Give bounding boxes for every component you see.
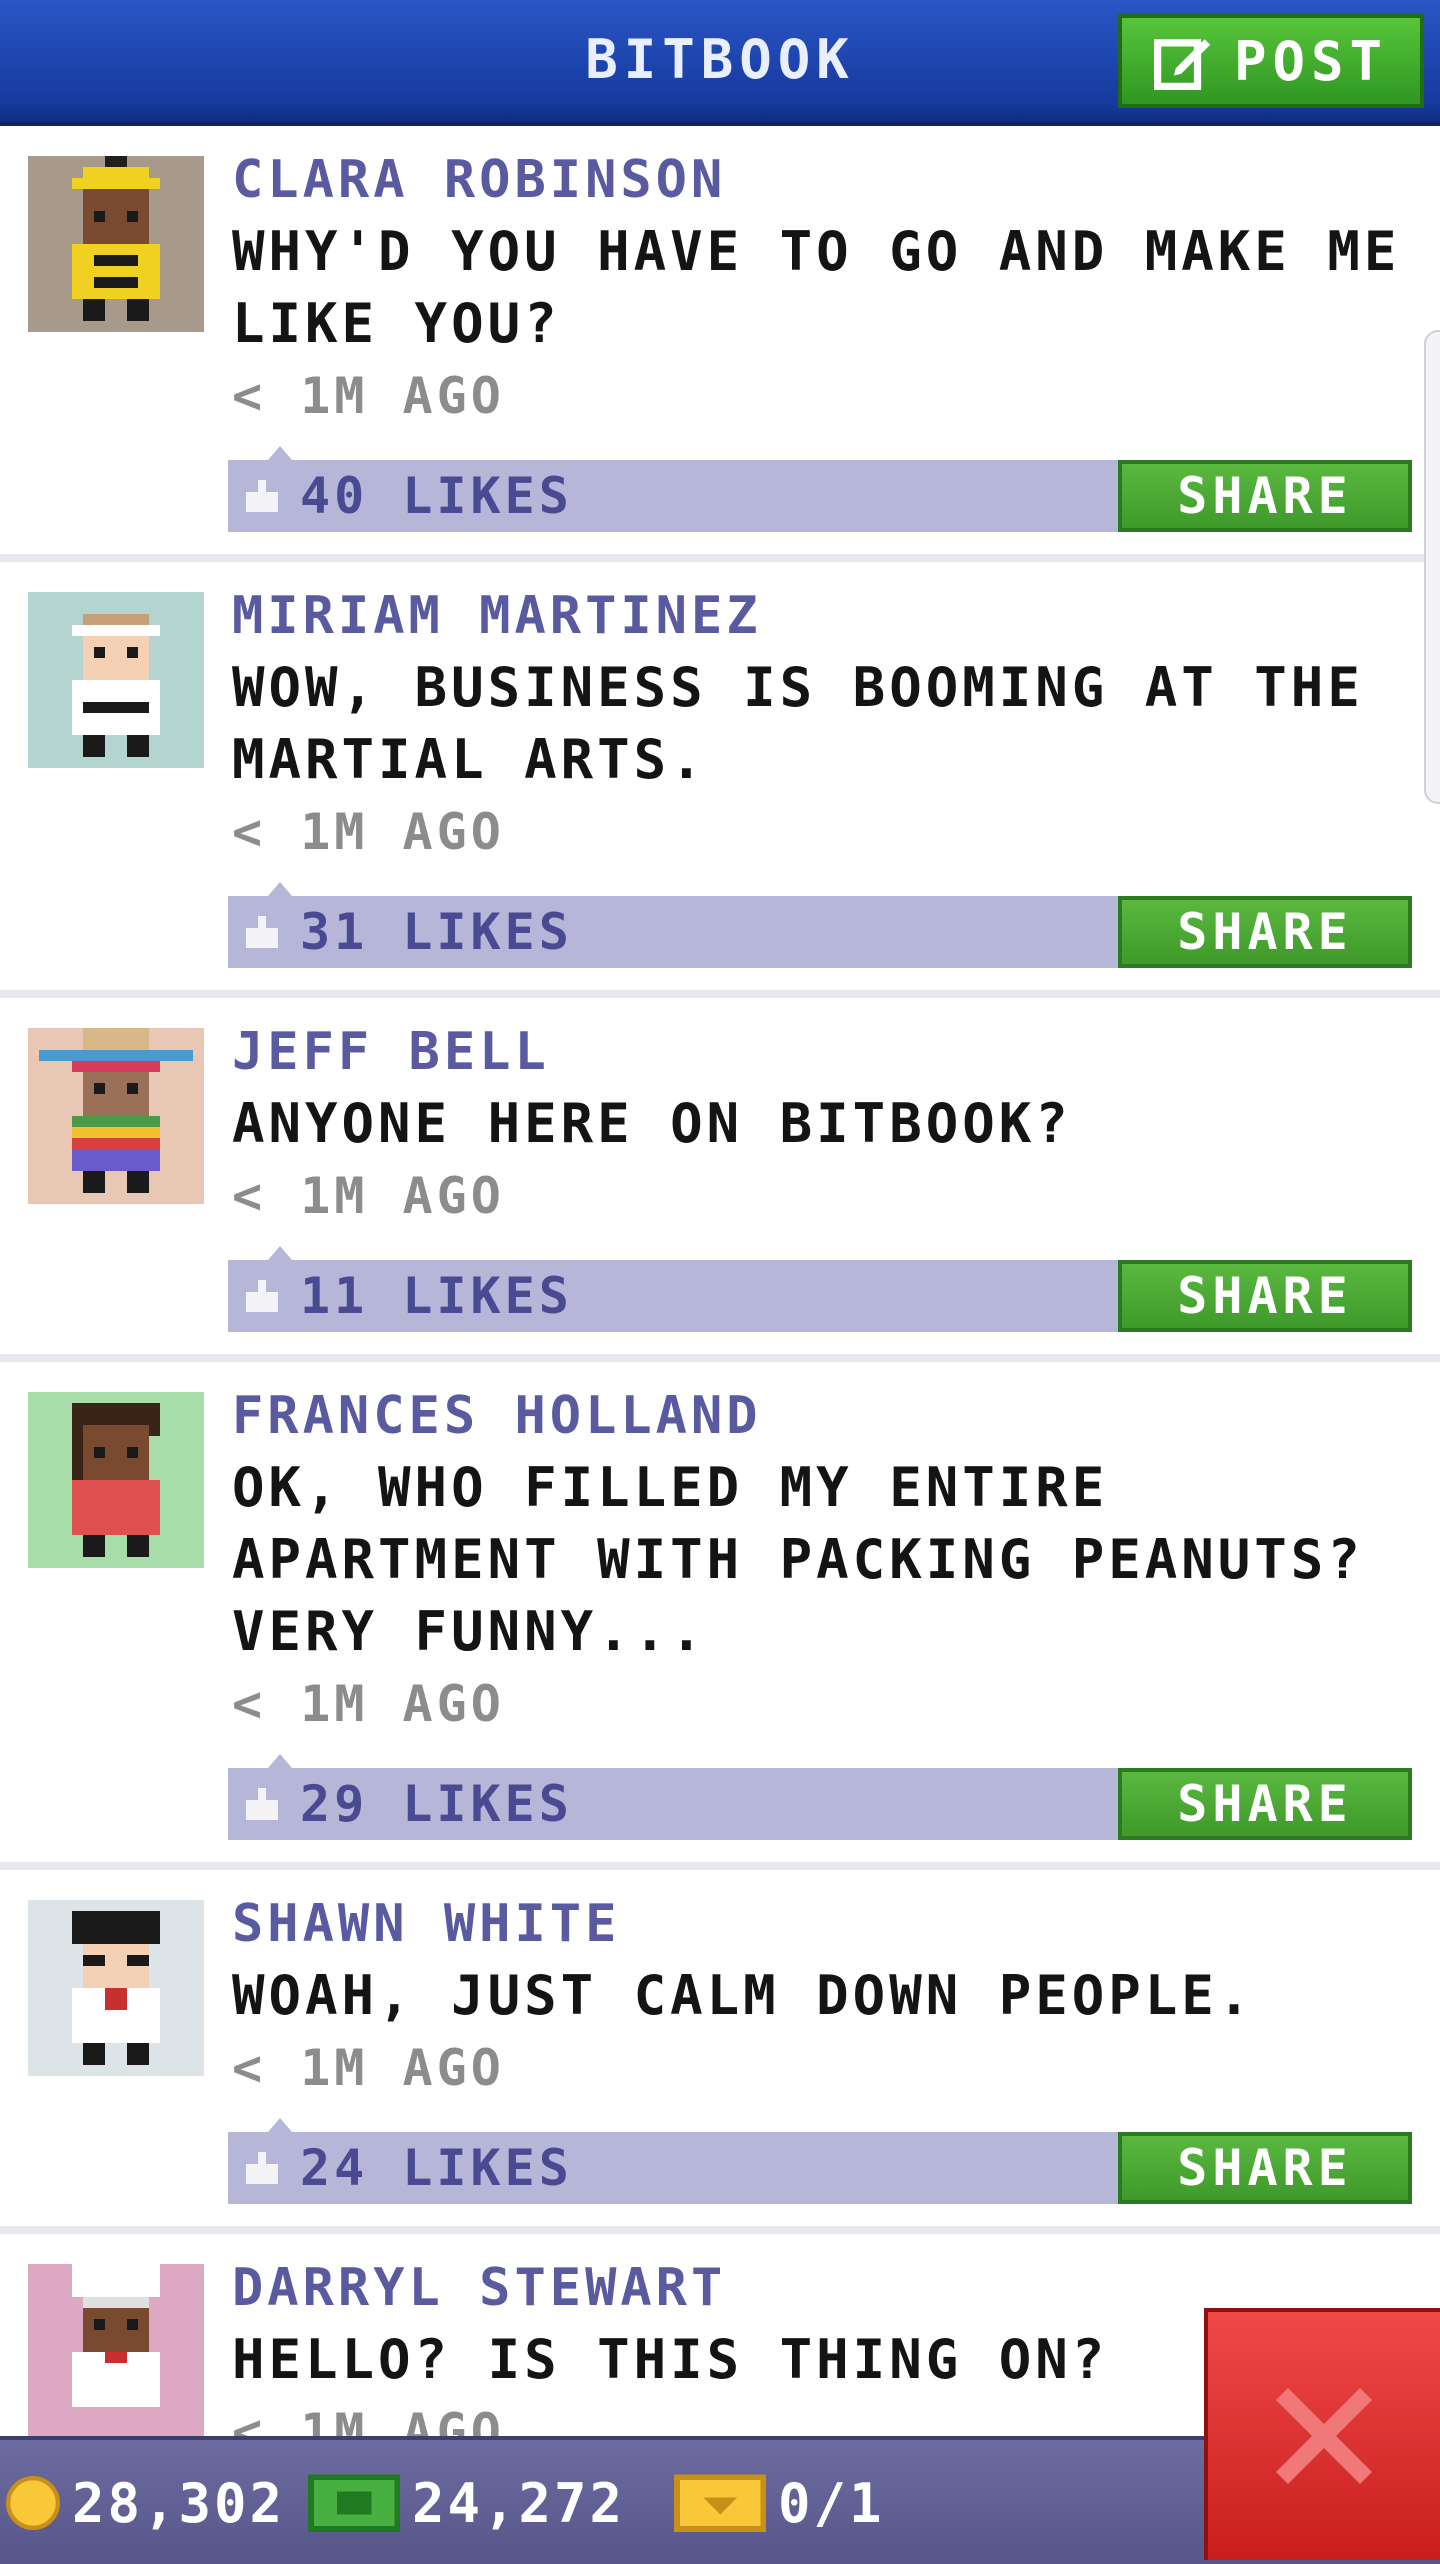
avatar[interactable] [28,156,204,332]
post-author[interactable]: CLARA ROBINSON [232,144,1412,216]
likes-bar: 24 LIKES SHARE [228,2118,1412,2204]
like-button[interactable]: 24 LIKES [242,2132,573,2204]
post-message: OK, WHO FILLED MY ENTIRE APARTMENT WITH … [232,1456,1364,1663]
post-time: < 1M AGO [232,803,505,861]
thumbs-up-icon [242,912,282,952]
post-author[interactable]: SHAWN WHITE [232,1888,1412,1960]
likes-count: 11 LIKES [300,1267,573,1325]
close-icon [1276,2388,1372,2484]
likes-count: 29 LIKES [300,1775,573,1833]
avatar[interactable] [28,2264,204,2440]
avatar[interactable] [28,1028,204,1204]
post-message: WOAH, JUST CALM DOWN PEOPLE. [232,1964,1255,2027]
bux-icon [308,2474,400,2532]
share-button[interactable]: SHARE [1118,1768,1412,1840]
share-button[interactable]: SHARE [1118,2132,1412,2204]
feed-post: MIRIAM MARTINEZ WOW, BUSINESS IS BOOMING… [0,562,1440,998]
avatar[interactable] [28,592,204,768]
feed-post: FRANCES HOLLAND OK, WHO FILLED MY ENTIRE… [0,1362,1440,1870]
news-feed[interactable]: CLARA ROBINSON WHY'D YOU HAVE TO GO AND … [0,126,1440,2490]
app-header: BITBOOK POST [0,0,1440,126]
tickets-display: 0/1 [674,2468,885,2538]
bux-count: 24,272 [412,2471,626,2535]
feed-post: JEFF BELL ANYONE HERE ON BITBOOK? < 1M A… [0,998,1440,1362]
likes-bar: 40 LIKES SHARE [228,446,1412,532]
post-message: WOW, BUSINESS IS BOOMING AT THE MARTIAL … [232,656,1364,791]
avatar[interactable] [28,1900,204,2076]
likes-count: 24 LIKES [300,2139,573,2197]
thumbs-up-icon [242,1276,282,1316]
coin-icon [6,2476,60,2530]
feed-post: CLARA ROBINSON WHY'D YOU HAVE TO GO AND … [0,126,1440,562]
post-button[interactable]: POST [1118,14,1424,108]
scroll-indicator[interactable] [1424,330,1440,804]
share-button[interactable]: SHARE [1118,460,1412,532]
feed-post: SHAWN WHITE WOAH, JUST CALM DOWN PEOPLE.… [0,1870,1440,2234]
post-time: < 1M AGO [232,2039,505,2097]
post-author[interactable]: FRANCES HOLLAND [232,1380,1412,1452]
like-button[interactable]: 11 LIKES [242,1260,573,1332]
thumbs-up-icon [242,1784,282,1824]
like-button[interactable]: 31 LIKES [242,896,573,968]
coins-count: 28,302 [72,2471,286,2535]
close-button[interactable] [1204,2308,1440,2560]
likes-bar: 31 LIKES SHARE [228,882,1412,968]
post-message: ANYONE HERE ON BITBOOK? [232,1092,1072,1155]
like-button[interactable]: 40 LIKES [242,460,573,532]
bux-display: 24,272 [308,2468,625,2538]
post-author[interactable]: MIRIAM MARTINEZ [232,580,1412,652]
post-time: < 1M AGO [232,1167,505,1225]
like-button[interactable]: 29 LIKES [242,1768,573,1840]
share-button[interactable]: SHARE [1118,896,1412,968]
post-button-label: POST [1233,29,1389,93]
coins-display: 28,302 [6,2468,285,2538]
likes-count: 40 LIKES [300,467,573,525]
likes-bar: 29 LIKES SHARE [228,1754,1412,1840]
post-time: < 1M AGO [232,1675,505,1733]
post-message: WHY'D YOU HAVE TO GO AND MAKE ME LIKE YO… [232,220,1401,355]
thumbs-up-icon [242,2148,282,2188]
post-author[interactable]: JEFF BELL [232,1016,1412,1088]
likes-bar: 11 LIKES SHARE [228,1246,1412,1332]
post-time: < 1M AGO [232,367,505,425]
likes-count: 31 LIKES [300,903,573,961]
edit-icon [1153,39,1211,90]
thumbs-up-icon [242,476,282,516]
share-button[interactable]: SHARE [1118,1260,1412,1332]
avatar[interactable] [28,1392,204,1568]
tickets-count: 0/1 [778,2471,885,2535]
ticket-icon [674,2474,766,2532]
